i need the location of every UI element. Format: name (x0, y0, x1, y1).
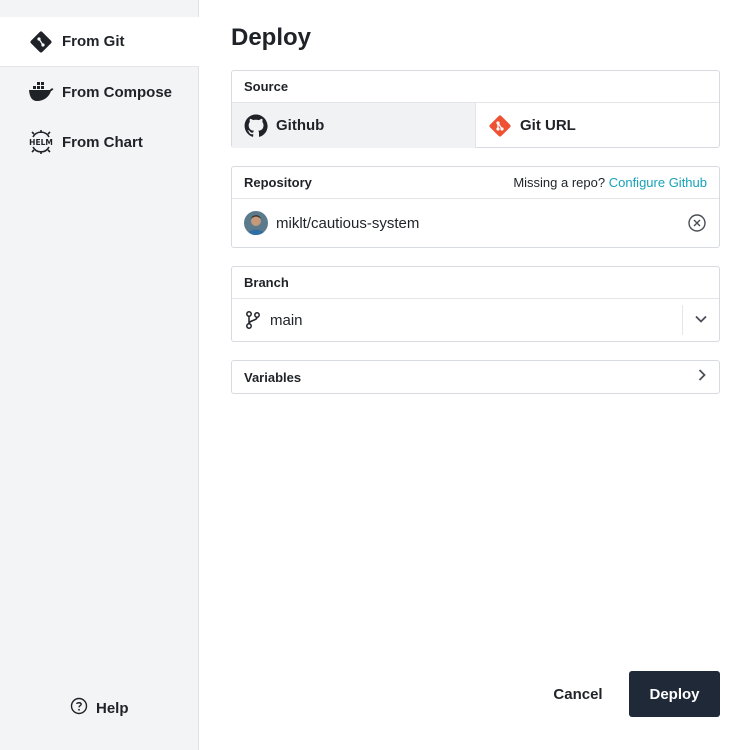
help-button[interactable]: Help (70, 697, 129, 720)
sidebar-item-from-git[interactable]: From Git (0, 17, 199, 67)
git-url-icon (488, 114, 512, 138)
source-panel: Source Github Git URL (231, 70, 720, 148)
sidebar-item-from-chart[interactable]: HELM From Chart (0, 117, 199, 167)
branch-name: main (270, 311, 303, 329)
deploy-button[interactable]: Deploy (629, 671, 720, 717)
helm-icon: HELM (28, 129, 54, 155)
docker-icon (28, 79, 54, 105)
branch-dropdown-toggle[interactable] (682, 305, 719, 335)
tab-git-url-label: Git URL (520, 117, 576, 134)
tab-github-label: Github (276, 117, 325, 134)
branch-panel: Branch main (231, 266, 720, 342)
missing-repo-text: Missing a repo? Configure Github (513, 175, 707, 190)
repository-heading-label: Repository (244, 175, 312, 190)
clear-icon[interactable] (687, 213, 707, 233)
svg-text:HELM: HELM (29, 138, 53, 147)
source-tabs: Github Git URL (232, 103, 719, 148)
help-icon (70, 697, 88, 720)
configure-github-link[interactable]: Configure Github (609, 175, 707, 190)
missing-repo-label: Missing a repo? (513, 175, 606, 190)
variables-panel[interactable]: Variables (231, 360, 720, 394)
repository-name: miklt/cautious-system (276, 214, 420, 232)
branch-heading: Branch (232, 267, 719, 299)
git-icon (28, 29, 54, 55)
github-icon (244, 114, 268, 138)
source-heading: Source (232, 71, 719, 103)
branch-select[interactable]: main (232, 299, 719, 341)
repository-panel: Repository Missing a repo? Configure Git… (231, 166, 720, 248)
branch-heading-label: Branch (244, 275, 289, 290)
chevron-right-icon (697, 368, 707, 387)
repository-heading: Repository Missing a repo? Configure Git… (232, 167, 719, 199)
sidebar-item-label: From Chart (62, 133, 143, 151)
sidebar-item-label: From Git (62, 33, 125, 50)
tab-git-url[interactable]: Git URL (476, 103, 719, 148)
avatar (244, 211, 268, 235)
tab-github[interactable]: Github (232, 103, 476, 148)
sidebar-item-label: From Compose (62, 83, 173, 101)
source-heading-label: Source (244, 79, 289, 94)
cancel-button[interactable]: Cancel (540, 671, 616, 717)
page-title: Deploy (231, 24, 312, 51)
branch-icon (244, 310, 262, 330)
sidebar-item-from-compose[interactable]: From Compose (0, 67, 199, 117)
chevron-down-icon (694, 311, 708, 329)
variables-label: Variables (244, 369, 302, 385)
sidebar: From Git From Compose HELM From Chart He… (0, 0, 199, 750)
repository-selector[interactable]: miklt/cautious-system (232, 199, 719, 247)
help-label: Help (96, 700, 129, 717)
